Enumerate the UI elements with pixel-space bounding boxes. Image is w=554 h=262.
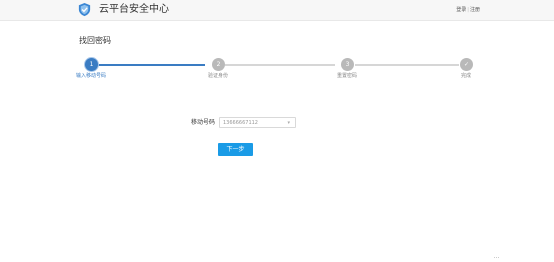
phone-select-value: 13666667112 bbox=[223, 120, 258, 126]
step-3-icon: 3 bbox=[341, 58, 354, 71]
step-1-label: 输入移动号码 bbox=[76, 73, 107, 79]
corner-dots-icon bbox=[494, 243, 500, 258]
step-2-label: 验证身份 bbox=[207, 73, 228, 79]
page-title: 找回密码 bbox=[79, 36, 111, 45]
auth-links: 登录|注册 bbox=[456, 6, 480, 14]
login-link[interactable]: 登录 bbox=[456, 7, 466, 13]
chevron-down-icon: ▾ bbox=[287, 120, 290, 126]
shield-logo-icon bbox=[78, 2, 91, 17]
next-step-button[interactable]: 下一步 bbox=[218, 143, 253, 156]
site-title: 云平台安全中心 bbox=[99, 4, 169, 15]
phone-select[interactable]: 13666667112 ▾ bbox=[219, 117, 296, 128]
step-1-icon: 1 bbox=[85, 58, 98, 71]
phone-label: 移动号码 bbox=[191, 119, 216, 126]
step-connector-3 bbox=[355, 64, 459, 66]
step-3-label: 重置密码 bbox=[336, 73, 357, 79]
step-2-icon: 2 bbox=[212, 58, 225, 71]
step-connector-1 bbox=[97, 64, 205, 66]
auth-separator: | bbox=[467, 7, 469, 13]
step-done-check-icon: ✓ bbox=[460, 58, 473, 71]
register-link[interactable]: 注册 bbox=[470, 7, 480, 13]
top-bar: 云平台安全中心 登录|注册 bbox=[0, 0, 554, 21]
step-connector-2 bbox=[225, 64, 335, 66]
step-4-label: 完成 bbox=[460, 73, 471, 79]
